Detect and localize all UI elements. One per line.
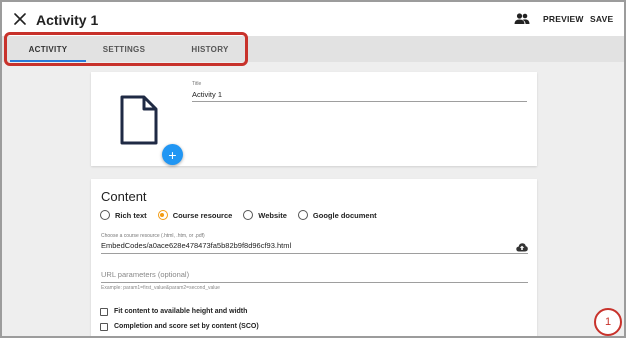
url-parameters-hint: Example: param1=first_value&param2=secon… bbox=[101, 285, 220, 291]
radio-google-document-label[interactable]: Google document bbox=[313, 211, 377, 220]
content-type-radio-group: Rich text Course resource Website Google… bbox=[100, 209, 388, 221]
title-field[interactable]: Activity 1 bbox=[192, 90, 222, 99]
title-field-label: Title bbox=[192, 81, 202, 87]
step-number-badge: 1 bbox=[594, 308, 622, 336]
preview-button[interactable]: PREVIEW bbox=[543, 14, 584, 24]
page-title: Activity 1 bbox=[36, 12, 99, 28]
radio-rich-text[interactable] bbox=[100, 210, 110, 220]
save-button[interactable]: SAVE bbox=[590, 14, 613, 24]
radio-google-document[interactable] bbox=[297, 210, 308, 220]
title-field-underline bbox=[192, 101, 527, 102]
close-icon bbox=[14, 13, 26, 25]
sco-completion-label[interactable]: Completion and score set by content (SCO… bbox=[114, 323, 259, 330]
content-card: Content Rich text Course resource Websit… bbox=[91, 179, 537, 336]
cloud-upload-icon[interactable] bbox=[516, 242, 528, 252]
radio-course-resource[interactable] bbox=[157, 210, 168, 220]
top-bar: Activity 1 PREVIEW SAVE bbox=[2, 2, 624, 36]
fit-content-label[interactable]: Fit content to available height and widt… bbox=[114, 308, 247, 315]
plus-icon: + bbox=[168, 146, 177, 163]
app-window: Activity 1 PREVIEW SAVE ACTIVITY SETTING… bbox=[2, 2, 624, 336]
radio-website-label[interactable]: Website bbox=[258, 211, 287, 220]
radio-course-resource-label[interactable]: Course resource bbox=[173, 211, 233, 220]
sco-completion-checkbox[interactable] bbox=[100, 322, 108, 331]
tabs-highlight-annotation bbox=[4, 32, 248, 66]
resource-field-underline bbox=[101, 253, 528, 254]
url-field-underline bbox=[101, 282, 528, 283]
resource-field-label: Choose a course resource (.html, .htm, o… bbox=[101, 233, 205, 239]
document-icon bbox=[120, 95, 158, 145]
sco-completion-option[interactable]: Completion and score set by content (SCO… bbox=[100, 321, 259, 332]
url-parameters-input[interactable]: URL parameters (optional) bbox=[101, 270, 189, 279]
add-file-button[interactable]: + bbox=[162, 144, 183, 165]
resource-card: + Title Activity 1 bbox=[91, 72, 537, 166]
fit-content-option[interactable]: Fit content to available height and widt… bbox=[100, 306, 247, 317]
course-resource-field[interactable]: EmbedCodes/a0ace628e478473fa5b82b9f8d96c… bbox=[101, 241, 291, 250]
radio-rich-text-label[interactable]: Rich text bbox=[115, 211, 147, 220]
fit-content-checkbox[interactable] bbox=[100, 307, 108, 316]
radio-website[interactable] bbox=[243, 210, 254, 220]
content-heading: Content bbox=[101, 189, 147, 204]
close-button[interactable] bbox=[11, 10, 29, 28]
people-icon[interactable] bbox=[514, 11, 530, 27]
